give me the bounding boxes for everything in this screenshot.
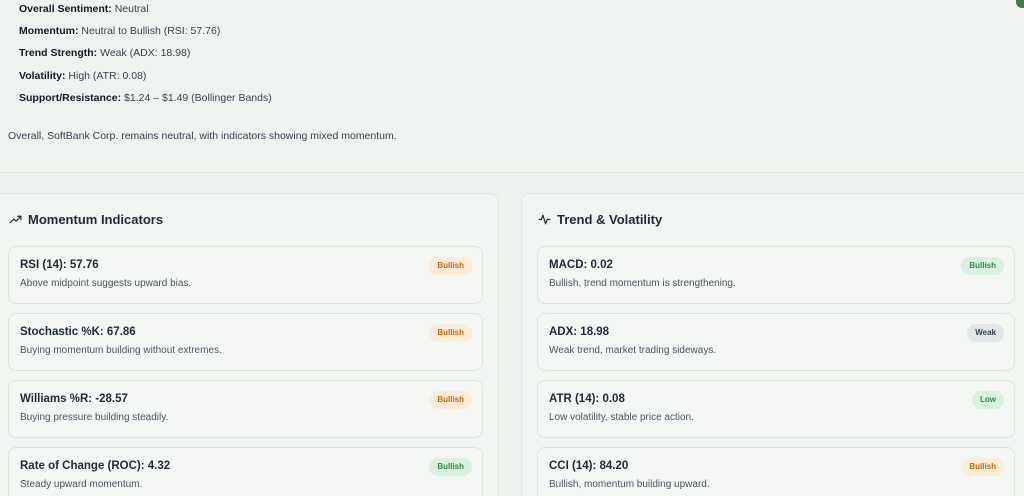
trending-up-icon — [9, 213, 22, 226]
momentum-panel-title: Momentum Indicators — [28, 212, 164, 227]
volatility-value: High (ATR: 0.08) — [68, 70, 147, 82]
indicator-description: Weak trend, market trading sideways. — [549, 345, 717, 356]
status-badge: Bullish — [429, 257, 472, 275]
momentum-label: Momentum: — [19, 25, 79, 37]
summary-volatility: Volatility: High (ATR: 0.08) — [19, 70, 146, 82]
status-badge: Bullish — [961, 458, 1004, 476]
indicator-description: Buying momentum building without extreme… — [20, 345, 222, 356]
status-badge: Bullish — [961, 257, 1004, 275]
indicator-card-adx: ADX: 18.98 Weak trend, market trading si… — [537, 313, 1015, 371]
indicator-description: Low volatility, stable price action. — [549, 412, 694, 423]
summary-momentum: Momentum: Neutral to Bullish (RSI: 57.76… — [19, 25, 220, 37]
scrollbar-thumb[interactable] — [1016, 0, 1024, 8]
trend-panel-title: Trend & Volatility — [557, 212, 663, 227]
sentiment-label: Overall Sentiment: — [19, 3, 112, 15]
indicator-card-atr: ATR (14): 0.08 Low volatility, stable pr… — [537, 380, 1015, 438]
indicator-name: Williams %R: -28.57 — [20, 393, 128, 405]
indicator-card-roc: Rate of Change (ROC): 4.32 Steady upward… — [8, 447, 483, 496]
status-badge: Bullish — [429, 391, 472, 409]
summary-trend-strength: Trend Strength: Weak (ADX: 18.98) — [19, 47, 190, 59]
status-badge: Bullish — [429, 324, 472, 342]
status-badge: Bullish — [429, 458, 472, 476]
trend-strength-label: Trend Strength: — [19, 47, 98, 59]
momentum-panel-header: Momentum Indicators — [9, 212, 163, 227]
momentum-value: Neutral to Bullish (RSI: 57.76) — [81, 25, 221, 37]
indicator-name: RSI (14): 57.76 — [20, 259, 99, 271]
indicator-card-stochastic: Stochastic %K: 67.86 Buying momentum bui… — [8, 313, 483, 371]
overall-summary-text: Overall, SoftBank Corp. remains neutral,… — [8, 130, 397, 142]
indicator-card-williams: Williams %R: -28.57 Buying pressure buil… — [8, 380, 483, 438]
summary-support-resistance: Support/Resistance: $1.24 – $1.49 (Bolli… — [19, 92, 272, 104]
activity-icon — [538, 213, 551, 226]
sentiment-value: Neutral — [114, 3, 149, 15]
indicator-description: Bullish, momentum building upward. — [549, 479, 710, 490]
indicator-card-macd: MACD: 0.02 Bullish, trend momentum is st… — [537, 246, 1015, 304]
trend-strength-value: Weak (ADX: 18.98) — [100, 47, 191, 59]
volatility-label: Volatility: — [19, 70, 66, 82]
momentum-indicators-panel: Momentum Indicators RSI (14): 57.76 Abov… — [0, 193, 499, 496]
status-badge: Low — [972, 391, 1004, 409]
indicator-description: Steady upward momentum. — [20, 479, 143, 490]
section-divider — [0, 172, 1024, 173]
indicator-name: CCI (14): 84.20 — [549, 460, 629, 472]
indicator-name: ATR (14): 0.08 — [549, 393, 625, 405]
indicator-name: Rate of Change (ROC): 4.32 — [20, 460, 171, 472]
support-resistance-label: Support/Resistance: — [19, 92, 122, 104]
indicator-name: MACD: 0.02 — [549, 259, 613, 271]
summary-section: Overall Sentiment: Neutral Momentum: Neu… — [0, 0, 1024, 172]
support-resistance-value: $1.24 – $1.49 (Bollinger Bands) — [124, 92, 272, 104]
indicator-description: Above midpoint suggests upward bias. — [20, 278, 192, 289]
indicator-name: Stochastic %K: 67.86 — [20, 326, 136, 338]
indicator-description: Bullish, trend momentum is strengthening… — [549, 278, 736, 289]
indicator-name: ADX: 18.98 — [549, 326, 610, 338]
trend-volatility-panel: Trend & Volatility MACD: 0.02 Bullish, t… — [521, 193, 1024, 496]
indicator-description: Buying pressure building steadily. — [20, 412, 169, 423]
summary-sentiment: Overall Sentiment: Neutral — [19, 3, 149, 15]
indicator-card-rsi: RSI (14): 57.76 Above midpoint suggests … — [8, 246, 483, 304]
indicator-card-cci: CCI (14): 84.20 Bullish, momentum buildi… — [537, 447, 1015, 496]
status-badge: Weak — [967, 324, 1004, 342]
trend-panel-header: Trend & Volatility — [538, 212, 662, 227]
